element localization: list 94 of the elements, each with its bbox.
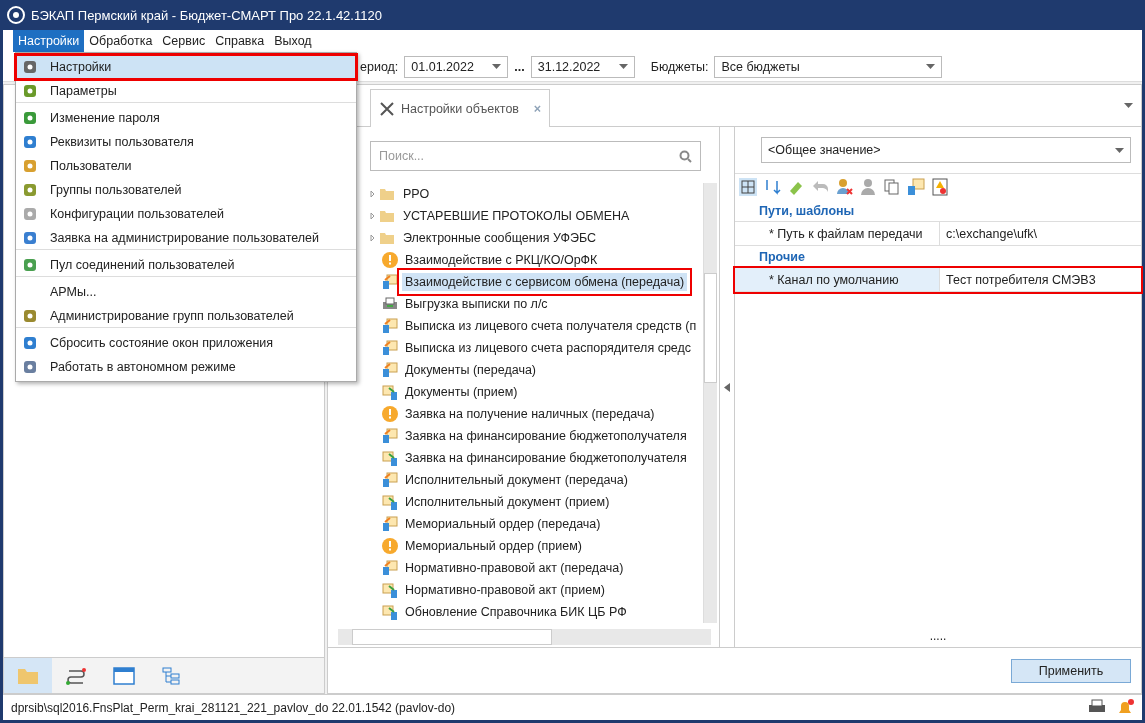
copy-icon[interactable]	[883, 178, 901, 196]
tree-item[interactable]: Документы (прием)	[402, 383, 521, 401]
menu-item[interactable]: Параметры	[16, 79, 356, 103]
tree-item[interactable]: Электронные сообщения УФЭБС	[400, 229, 600, 247]
caret-icon	[1115, 147, 1124, 153]
caret-icon	[492, 64, 502, 69]
property-name: * Путь к файлам передачи	[735, 222, 940, 246]
document-send-icon	[382, 516, 398, 532]
info-icon	[382, 538, 398, 554]
document-tab[interactable]: Настройки объектов ×	[370, 89, 550, 127]
tree-item[interactable]: Заявка на финансирование бюджетополучателя	[402, 449, 690, 467]
menu-item[interactable]: Настройки	[16, 55, 356, 79]
window-title: БЭКАП Пермский край - Бюджет-СМАРТ Про 22.1.42.1120	[31, 7, 382, 23]
document-receive-icon	[382, 604, 398, 620]
menu-item[interactable]: АРМы...	[16, 280, 356, 304]
tree-item[interactable]: Документы (передача)	[402, 361, 540, 379]
document-send-icon	[382, 428, 398, 444]
tree-item[interactable]: Мемориальный ордер (передача)	[402, 515, 604, 533]
printer-icon[interactable]	[1088, 698, 1106, 715]
info-icon	[382, 406, 398, 422]
tree-item[interactable]: Выписка из лицевого счета распорядителя средс	[402, 339, 695, 357]
window-icon[interactable]	[113, 666, 135, 685]
scrollbar[interactable]	[703, 183, 717, 623]
tree-item[interactable]: Мемориальный ордер (прием)	[402, 537, 585, 555]
document-send-icon[interactable]	[907, 178, 925, 196]
menu-item[interactable]: Сбросить состояние окон приложения	[16, 331, 356, 355]
period-label: ериод:	[360, 59, 399, 74]
hierarchy-icon[interactable]	[161, 666, 183, 685]
tree-item[interactable]: Обновление Справочника БИК ЦБ РФ	[402, 603, 630, 621]
document-receive-icon	[382, 450, 398, 466]
menu-item[interactable]: Выход	[269, 30, 317, 52]
caret-icon	[618, 64, 628, 69]
user-icon[interactable]	[859, 178, 877, 196]
tree-item[interactable]: Исполнительный документ (передача)	[402, 471, 631, 489]
tree-item[interactable]: РРО	[400, 185, 433, 203]
folder-icon	[370, 209, 396, 223]
app-logo-icon	[7, 6, 25, 24]
status-text: dprsib\sql2016.FnsPlat_Perm_krai_281121_221_pavlov_do 22.01.1542 (pavlov-do)	[11, 700, 456, 715]
sort-icon[interactable]	[763, 178, 781, 196]
scrollbar[interactable]	[338, 629, 711, 645]
tree-item[interactable]: Исполнительный документ (прием)	[402, 493, 613, 511]
date-to-field[interactable]: 31.12.2022	[530, 55, 635, 78]
route-icon[interactable]	[65, 666, 87, 685]
date-from-field[interactable]: 01.01.2022	[404, 55, 509, 78]
document-receive-icon	[382, 582, 398, 598]
menu-item[interactable]: Настройки	[13, 30, 85, 52]
document-send-icon	[382, 560, 398, 576]
menu-item[interactable]: Обработка	[84, 30, 158, 52]
menu-item[interactable]: Изменение пароля	[16, 106, 356, 130]
document-send-icon	[382, 472, 398, 488]
menu-item[interactable]: Конфигурации пользователей	[16, 202, 356, 226]
folder-icon	[370, 231, 396, 245]
grid-icon[interactable]	[739, 178, 757, 196]
tree-item[interactable]: Заявка на получение наличных (передача)	[402, 405, 658, 423]
resize-grip[interactable]: .....	[929, 629, 947, 643]
tree-item[interactable]: Выписка из лицевого счета получателя средств (п	[402, 317, 700, 335]
budgets-label: Бюджеты:	[650, 59, 709, 74]
info-icon	[382, 252, 398, 268]
menu-item[interactable]: Сервис	[157, 30, 211, 52]
search-icon	[679, 149, 692, 163]
menu-item[interactable]: Заявка на администрирование пользователей	[16, 226, 356, 250]
menu-item[interactable]: Пул соединений пользователей	[16, 253, 356, 277]
document-send-icon	[382, 274, 398, 290]
document-receive-icon	[382, 494, 398, 510]
tree-item[interactable]: Взаимодействие с РКЦ/КО/ОрФК	[402, 251, 601, 269]
warning-document-icon[interactable]	[931, 178, 949, 196]
menu-item[interactable]: Реквизиты пользователя	[16, 130, 356, 154]
printer-icon	[382, 296, 398, 312]
tree-item[interactable]: Заявка на финансирование бюджетополучателя	[402, 427, 690, 445]
scope-dropdown[interactable]: <Общее значение>	[761, 137, 1131, 163]
apply-button[interactable]: Применить	[1011, 658, 1131, 683]
property-name: * Канал по умолчанию	[735, 268, 940, 292]
menu-item[interactable]: Пользователи	[16, 154, 356, 178]
menu-item[interactable]: Группы пользователей	[16, 178, 356, 202]
property-value[interactable]: Тест потребителя СМЭВ3	[940, 268, 1141, 292]
caret-icon[interactable]	[1124, 103, 1133, 108]
tree-item[interactable]: Выгрузка выписки по л/с	[402, 295, 551, 313]
menu-item[interactable]: Администрирование групп пользователей	[16, 304, 356, 328]
user-remove-icon[interactable]	[835, 178, 853, 196]
document-send-icon	[382, 362, 398, 378]
menu-item[interactable]: Работать в автономном режиме	[16, 355, 356, 379]
range-separator: ...	[514, 59, 525, 74]
property-value[interactable]: c:\exchange\ufk\	[940, 222, 1141, 246]
document-receive-icon	[382, 384, 398, 400]
budgets-dropdown[interactable]: Все бюджеты	[714, 55, 943, 78]
collapse-arrow-icon[interactable]	[724, 382, 730, 392]
menu-item[interactable]: Справка	[210, 30, 270, 52]
document-send-icon	[382, 340, 398, 356]
caret-icon	[926, 64, 936, 69]
tree-item[interactable]: Нормативно-правовой акт (передача)	[402, 559, 627, 577]
document-send-icon	[382, 318, 398, 334]
folder-icon	[370, 187, 396, 201]
tree-item[interactable]: УСТАРЕВШИЕ ПРОТОКОЛЫ ОБМЕНА	[400, 207, 633, 225]
tree-item[interactable]: Нормативно-правовой акт (прием)	[402, 581, 608, 599]
